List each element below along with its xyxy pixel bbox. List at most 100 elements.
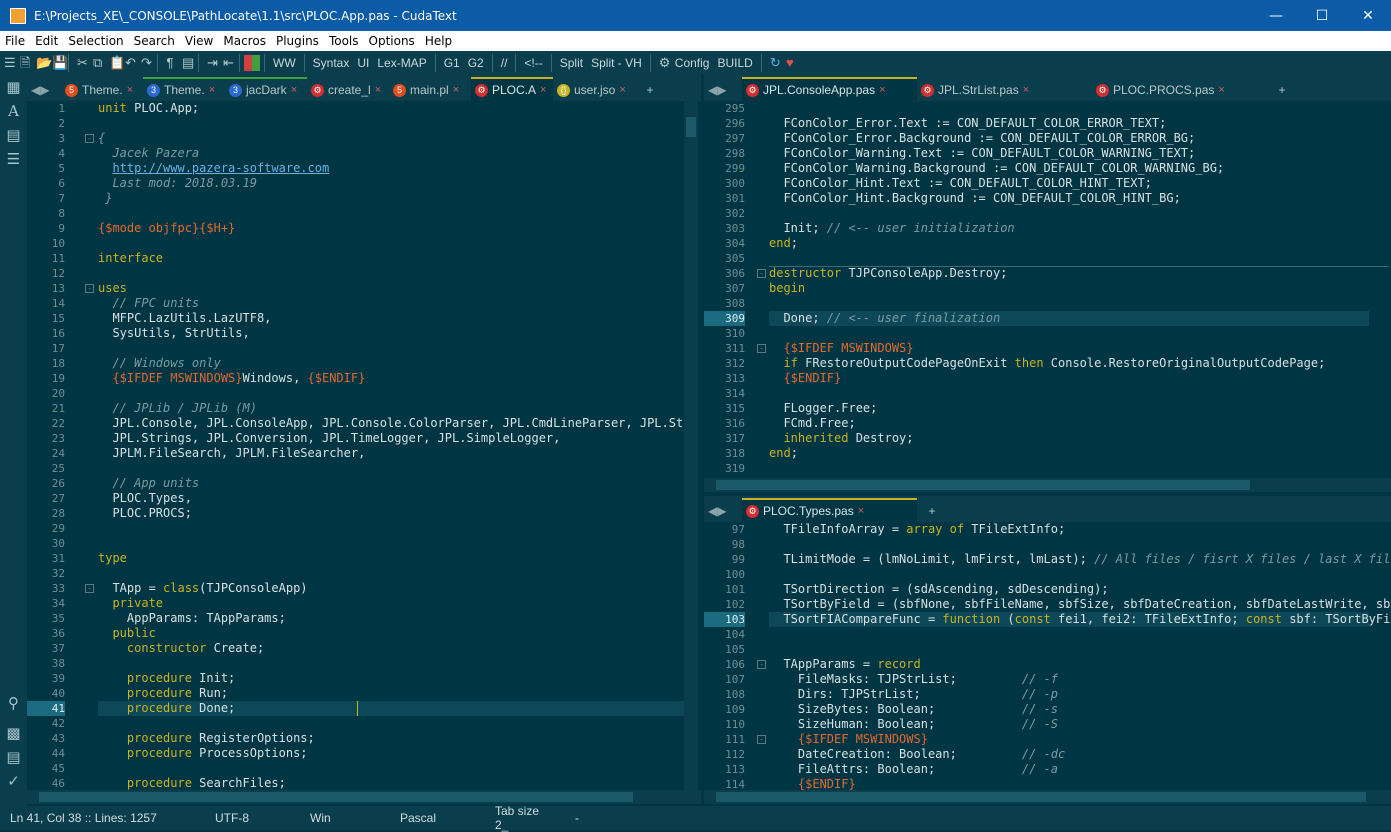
tab-1[interactable]: ⚙ JPL.StrList.pas ×: [917, 77, 1092, 101]
comment-button[interactable]: //: [497, 56, 512, 70]
split-button[interactable]: Split: [556, 56, 587, 70]
tab-nav-arrows[interactable]: ◀▶: [27, 77, 61, 101]
redo-icon[interactable]: ↷: [137, 55, 153, 71]
line-number: 316: [725, 417, 745, 430]
fold-toggle-icon[interactable]: -: [757, 660, 766, 669]
left-horizontal-scrollbar[interactable]: [27, 790, 701, 804]
fold-toggle-icon[interactable]: -: [85, 284, 94, 293]
add-tab-button[interactable]: +: [635, 77, 665, 101]
cut-icon[interactable]: ✂: [73, 55, 89, 71]
list-icon[interactable]: ☰: [0, 147, 27, 171]
clipboard-icon[interactable]: ▤: [0, 123, 27, 147]
build-button[interactable]: BUILD: [713, 56, 756, 70]
close-tab-icon[interactable]: ×: [1218, 84, 1224, 96]
fold-toggle-icon[interactable]: -: [757, 269, 766, 278]
maximize-button[interactable]: ☐: [1299, 0, 1345, 31]
code-line: PLOC.PROCS;: [98, 506, 192, 520]
tab-0[interactable]: ⚙ JPL.ConsoleApp.pas ×: [742, 77, 917, 101]
tab-nav-arrows[interactable]: ◀▶: [704, 498, 742, 522]
refresh-icon[interactable]: ↻: [766, 55, 782, 71]
right-bottom-horizontal-scrollbar[interactable]: [704, 790, 1391, 804]
pilcrow-icon[interactable]: ¶: [162, 55, 178, 71]
undo-icon[interactable]: ↶: [121, 55, 137, 71]
indent-icon[interactable]: ⇥: [203, 55, 219, 71]
close-tab-icon[interactable]: ×: [879, 84, 885, 96]
wrap-icon[interactable]: ▤: [178, 55, 194, 71]
close-tab-icon[interactable]: ×: [127, 84, 133, 96]
tab-nav-arrows[interactable]: ◀▶: [704, 77, 742, 101]
tab-2[interactable]: ⚙ PLOC.PROCS.pas ×: [1092, 77, 1267, 101]
add-tab-button[interactable]: +: [1267, 77, 1297, 101]
g1-button[interactable]: G1: [440, 56, 464, 70]
close-tab-icon[interactable]: ×: [619, 84, 625, 96]
menu-selection[interactable]: Selection: [63, 34, 128, 48]
tab-0[interactable]: ⚙ PLOC.Types.pas ×: [742, 498, 917, 522]
config-button[interactable]: Config: [671, 56, 714, 70]
new-file-icon[interactable]: 🗎: [16, 55, 32, 71]
tab-1[interactable]: 3 Theme. ×: [143, 77, 225, 101]
syntax-button[interactable]: Syntax: [309, 56, 354, 70]
menu-edit[interactable]: Edit: [30, 34, 63, 48]
close-button[interactable]: ✕: [1345, 0, 1391, 31]
close-tab-icon[interactable]: ×: [375, 84, 381, 96]
minimize-button[interactable]: —: [1253, 0, 1299, 31]
font-icon[interactable]: A: [0, 99, 27, 123]
line-number: 30: [51, 537, 65, 550]
save-icon[interactable]: 💾: [48, 55, 68, 71]
menu-search[interactable]: Search: [129, 34, 180, 48]
console-icon[interactable]: ▩: [0, 721, 27, 745]
menu-tools[interactable]: Tools: [324, 34, 364, 48]
tree-icon[interactable]: ▦: [0, 75, 27, 99]
lexer-status[interactable]: Pascal: [390, 811, 485, 825]
menu-icon[interactable]: ☰: [0, 55, 16, 71]
right-bottom-editor[interactable]: 97 TFileInfoArray = array of TFileExtInf…: [704, 522, 1391, 790]
close-tab-icon[interactable]: ×: [858, 505, 864, 517]
split-vh-button[interactable]: Split - VH: [587, 56, 646, 70]
cursor-position[interactable]: Ln 41, Col 38 :: Lines: 1257: [0, 811, 205, 825]
html-comment-button[interactable]: <!--: [520, 56, 546, 70]
validate-icon[interactable]: ✓: [0, 769, 27, 793]
lexmap-button[interactable]: Lex-MAP: [373, 56, 430, 70]
fold-toggle-icon[interactable]: -: [85, 584, 94, 593]
color-palette-icon[interactable]: [244, 55, 260, 71]
encoding-status[interactable]: UTF-8: [205, 811, 300, 825]
ui-button[interactable]: UI: [353, 56, 373, 70]
code-line: Jacek Pazera: [98, 146, 200, 160]
left-vertical-scrollbar[interactable]: [684, 101, 698, 790]
menu-file[interactable]: File: [0, 34, 30, 48]
close-tab-icon[interactable]: ×: [209, 84, 215, 96]
menu-options[interactable]: Options: [364, 34, 420, 48]
fold-toggle-icon[interactable]: -: [85, 134, 94, 143]
left-editor[interactable]: 1 unit PLOC.App; 2 3{4 Jacek Pazera 5 http:/…: [27, 101, 701, 790]
tab-size-status[interactable]: Tab size 2_: [485, 804, 565, 832]
tab-3[interactable]: ⚙ create_l ×: [307, 77, 389, 101]
menu-view[interactable]: View: [180, 34, 218, 48]
tab-2[interactable]: 3 jacDark ×: [225, 77, 307, 101]
g2-button[interactable]: G2: [464, 56, 488, 70]
right-top-horizontal-scrollbar[interactable]: [704, 478, 1391, 492]
right-top-editor[interactable]: 295 296 FConColor_Error.Text := CON_DEFAU…: [704, 101, 1391, 478]
copy-icon[interactable]: ⧉: [89, 55, 105, 71]
tab-0[interactable]: 5 Theme. ×: [61, 77, 143, 101]
menu-macros[interactable]: Macros: [218, 34, 271, 48]
close-tab-icon[interactable]: ×: [453, 84, 459, 96]
fold-toggle-icon[interactable]: -: [757, 344, 766, 353]
fold-toggle-icon[interactable]: -: [757, 735, 766, 744]
tab-4[interactable]: 5 main.pl ×: [389, 77, 471, 101]
close-tab-icon[interactable]: ×: [1023, 84, 1029, 96]
search-icon[interactable]: ⚲: [0, 691, 27, 715]
output-icon[interactable]: ▤: [0, 745, 27, 769]
heart-icon[interactable]: ♥: [782, 55, 798, 71]
close-tab-icon[interactable]: ×: [291, 84, 297, 96]
tab-5[interactable]: ⚙ PLOC.A ×: [471, 77, 553, 101]
menu-plugins[interactable]: Plugins: [271, 34, 324, 48]
line-ending-status[interactable]: Win: [300, 811, 390, 825]
paste-icon[interactable]: 📋: [105, 55, 125, 71]
menu-help[interactable]: Help: [420, 34, 457, 48]
unindent-icon[interactable]: ⇤: [219, 55, 235, 71]
open-file-icon[interactable]: 📂: [32, 55, 52, 71]
add-tab-button[interactable]: +: [917, 498, 947, 522]
ww-button[interactable]: WW: [269, 56, 300, 70]
tab-6[interactable]: {} user.jso ×: [553, 77, 635, 101]
close-tab-icon[interactable]: ×: [540, 84, 546, 96]
